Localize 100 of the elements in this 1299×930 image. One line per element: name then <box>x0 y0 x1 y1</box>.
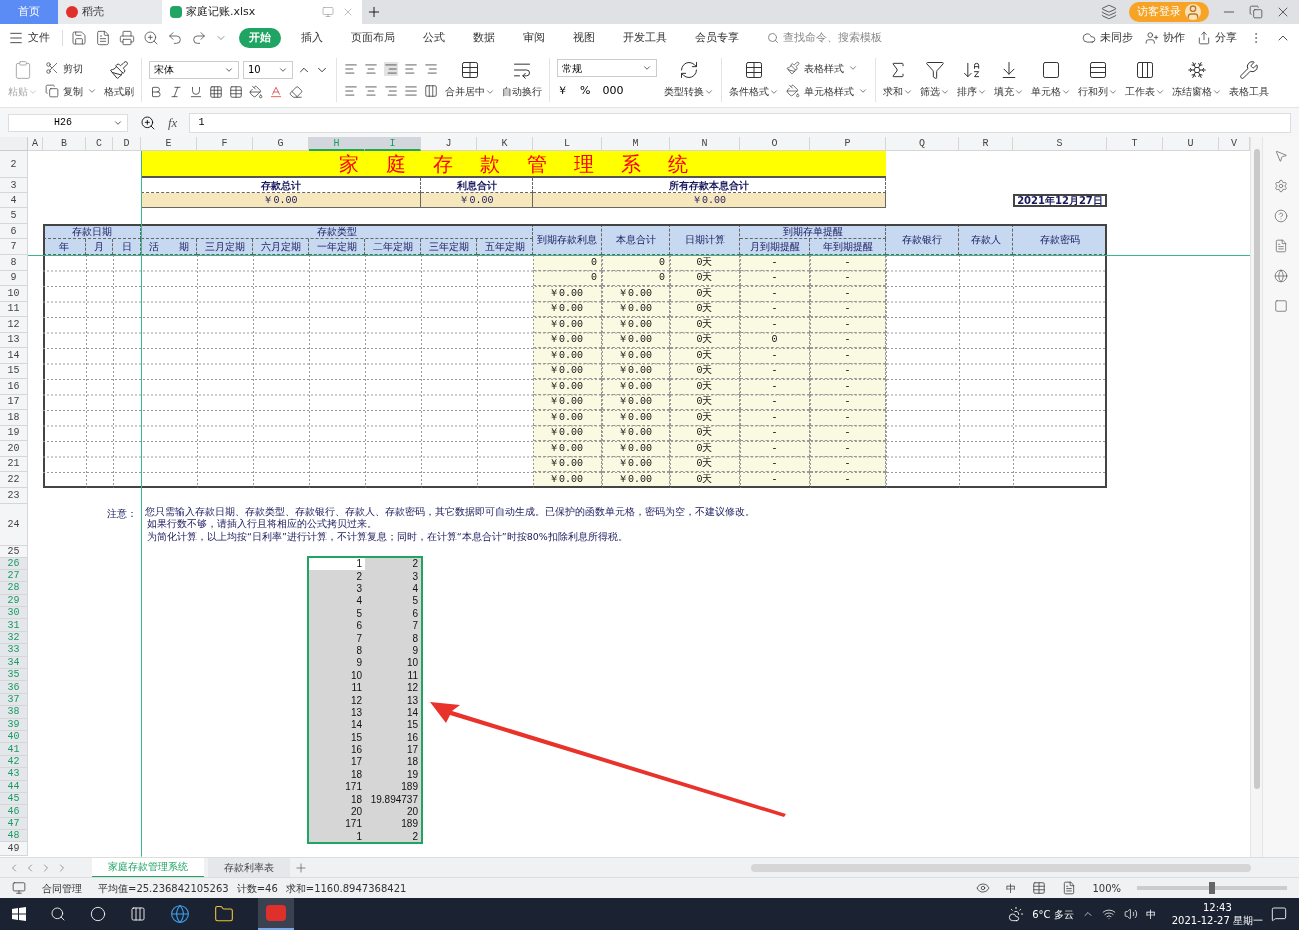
window-count-icon[interactable] <box>1101 4 1117 20</box>
ribbon-button[interactable]: 填充 <box>994 60 1024 99</box>
underline-icon[interactable] <box>189 84 203 99</box>
weather-text[interactable]: 6°C 多云 <box>1032 906 1074 922</box>
ribbon-tab[interactable]: 公式 <box>415 29 453 47</box>
search-icon[interactable] <box>50 906 66 922</box>
ribbon-button[interactable]: 求和 <box>883 60 913 99</box>
ribbon-button[interactable]: 类型转换 <box>664 60 714 99</box>
outdent-icon[interactable] <box>404 61 418 76</box>
ribbon-tab[interactable]: 审阅 <box>515 29 553 47</box>
undo-icon[interactable] <box>167 30 183 46</box>
ribbon-tab[interactable]: 插入 <box>293 29 331 47</box>
ribbon-button[interactable]: 工作表 <box>1125 60 1165 99</box>
number-style-button[interactable]: 000 <box>602 83 624 100</box>
scroll-thumb[interactable] <box>1253 149 1260 789</box>
new-tab-icon[interactable] <box>366 4 382 20</box>
browser-icon[interactable] <box>170 904 190 924</box>
command-search-field[interactable]: 查找命令、搜索模板 <box>767 29 882 47</box>
clock-date[interactable]: 2021-12-27 星期一 <box>1171 914 1263 927</box>
pin-icon[interactable] <box>322 6 334 18</box>
redo-icon[interactable] <box>191 30 207 46</box>
document-tab[interactable]: 家庭记账.xlsx <box>162 0 362 24</box>
network-icon[interactable] <box>1101 907 1116 921</box>
formula-field[interactable]: 1 <box>189 112 1291 133</box>
square-icon[interactable] <box>1274 299 1288 313</box>
fill-color-icon[interactable] <box>249 84 263 99</box>
font-name-field[interactable]: 宋体 <box>149 60 239 79</box>
ribbon-button[interactable]: 冻结窗格 <box>1172 60 1222 99</box>
input-method-text[interactable]: 中 <box>1006 880 1017 896</box>
format-painter-button[interactable]: 格式刷 <box>104 60 134 99</box>
eraser-icon[interactable] <box>289 84 303 99</box>
justify-icon[interactable] <box>404 83 418 98</box>
screen-icon[interactable] <box>12 881 26 895</box>
input-method-text[interactable]: 中 <box>1145 906 1156 922</box>
preview-icon[interactable] <box>143 30 159 46</box>
cut-button[interactable]: 剪切 <box>45 60 97 76</box>
document-tab[interactable]: 稻壳 <box>58 0 162 24</box>
zoom-level[interactable]: 100% <box>1092 880 1121 896</box>
ribbon-button[interactable]: 单元格样式 <box>786 83 868 99</box>
globe-icon[interactable] <box>1274 269 1288 283</box>
bold-icon[interactable] <box>149 84 163 99</box>
font-color-icon[interactable] <box>269 84 283 99</box>
align-top-icon[interactable] <box>344 61 358 76</box>
function-icon[interactable]: fx <box>168 112 178 133</box>
restore-icon[interactable] <box>1249 5 1263 19</box>
ribbon-button[interactable]: 单元格 <box>1031 60 1071 99</box>
save-icon[interactable] <box>71 30 87 46</box>
cloud-action[interactable]: 未同步 <box>1082 29 1133 47</box>
cloud-action[interactable]: 分享 <box>1197 29 1237 47</box>
weather-icon[interactable] <box>1008 906 1025 922</box>
font-size-field[interactable]: 10 <box>243 60 293 79</box>
ribbon-button[interactable]: 自动换行 <box>502 60 542 99</box>
italic-icon[interactable] <box>169 84 183 99</box>
settings-icon[interactable] <box>1274 179 1288 193</box>
ribbon-tab[interactable]: 页面布局 <box>343 29 403 47</box>
volume-icon[interactable] <box>1123 907 1138 921</box>
ribbon-button[interactable]: 排序 <box>957 60 987 99</box>
zoom-icon[interactable] <box>140 114 156 131</box>
cloud-action[interactable]: 协作 <box>1145 29 1185 47</box>
number-format-field[interactable]: 常规 <box>557 59 657 78</box>
name-box[interactable]: H26 <box>8 113 128 132</box>
align-center-icon[interactable] <box>364 83 378 98</box>
pointer-icon[interactable] <box>1274 149 1288 163</box>
normal-view-icon[interactable] <box>1032 881 1047 895</box>
copy-button[interactable]: 复制 <box>45 83 97 99</box>
distribute-icon[interactable] <box>424 83 438 98</box>
number-style-button[interactable]: ￥ <box>557 83 568 100</box>
align-bottom-icon[interactable] <box>384 61 398 76</box>
horizontal-scrollbar[interactable] <box>751 863 1251 872</box>
widgets-icon[interactable] <box>130 906 146 922</box>
page-view-icon[interactable] <box>1062 881 1077 895</box>
ribbon-button[interactable]: 合并居中 <box>445 60 495 99</box>
ribbon-button[interactable]: 筛选 <box>920 60 950 99</box>
ribbon-button[interactable]: 条件格式 <box>729 60 779 99</box>
ribbon-button[interactable]: 表格样式 <box>786 60 868 76</box>
indent-icon[interactable] <box>424 61 438 76</box>
align-right-icon[interactable] <box>384 83 398 98</box>
sheet-tab[interactable]: 存款利率表 <box>208 857 290 878</box>
document-icon[interactable] <box>1274 239 1288 253</box>
folder-icon[interactable] <box>214 904 234 924</box>
task-view-icon[interactable] <box>90 906 106 922</box>
cell-style-icon[interactable] <box>229 84 243 99</box>
ribbon-tab[interactable]: 视图 <box>565 29 603 47</box>
number-style-button[interactable]: % <box>580 83 591 100</box>
print-icon[interactable] <box>119 30 135 46</box>
office-app-icon[interactable] <box>258 898 294 930</box>
ribbon-tab[interactable]: 会员专享 <box>687 29 747 47</box>
align-middle-icon[interactable] <box>364 61 378 76</box>
ribbon-tab[interactable]: 数据 <box>465 29 503 47</box>
align-left-icon[interactable] <box>344 83 358 98</box>
ribbon-button[interactable]: 表格工具 <box>1229 60 1269 99</box>
help-icon[interactable] <box>1274 209 1288 223</box>
ribbon-tab[interactable]: 开发工具 <box>615 29 675 47</box>
ribbon-button[interactable]: 行和列 <box>1078 60 1118 99</box>
zoom-slider-thumb[interactable] <box>1209 882 1215 894</box>
notification-icon[interactable] <box>1271 906 1287 922</box>
border-icon[interactable] <box>209 84 223 99</box>
export-icon[interactable] <box>95 30 111 46</box>
file-menu[interactable]: 文件 <box>8 29 50 47</box>
clock-time[interactable]: 12:43 <box>1202 901 1232 914</box>
